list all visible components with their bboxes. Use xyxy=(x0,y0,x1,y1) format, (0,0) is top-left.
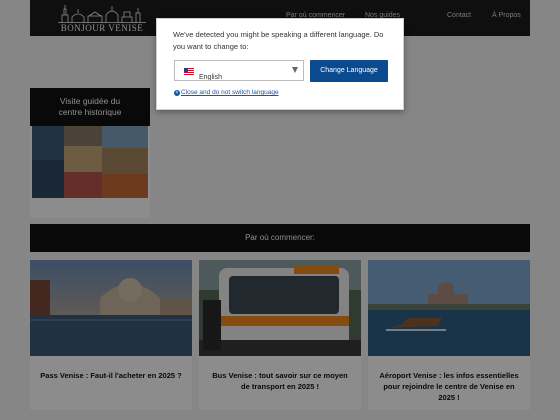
change-language-button[interactable]: Change Language xyxy=(310,60,388,82)
close-icon: × xyxy=(174,90,180,96)
language-detect-message: We've detected you might be speaking a d… xyxy=(173,30,384,51)
us-flag-icon xyxy=(184,68,194,75)
language-select[interactable]: English xyxy=(174,60,304,81)
selected-language: English xyxy=(199,74,222,81)
chevron-down-icon xyxy=(292,67,298,73)
close-link-label: Close and do not switch language xyxy=(181,89,279,96)
language-switcher-popup: We've detected you might be speaking a d… xyxy=(156,18,404,110)
close-no-switch-link[interactable]: × Close and do not switch language xyxy=(174,89,279,96)
